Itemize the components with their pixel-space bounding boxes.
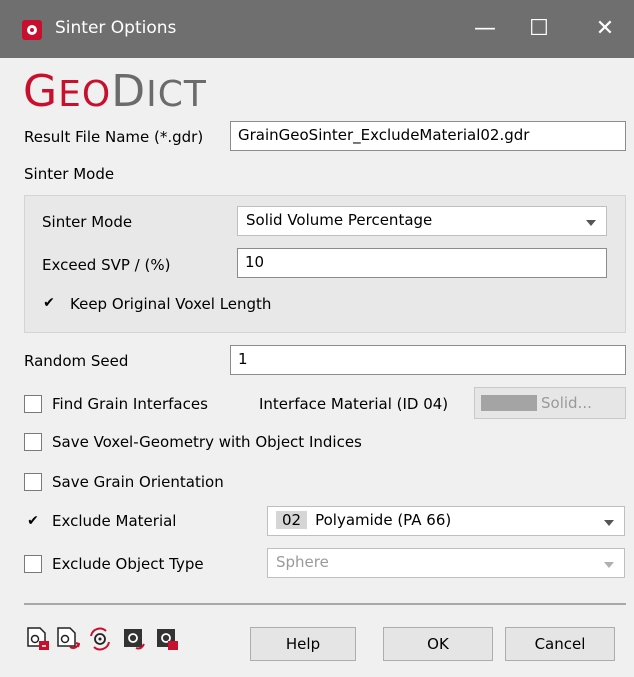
random-seed-label: Random Seed xyxy=(24,352,129,370)
sinter-mode-group-title: Sinter Mode xyxy=(24,165,115,183)
close-button[interactable]: ✕ xyxy=(590,14,620,44)
exclude-material-checkbox[interactable]: ✔ xyxy=(24,512,42,530)
exclude-object-select[interactable]: Sphere xyxy=(267,548,625,578)
separator xyxy=(24,603,626,605)
cancel-button[interactable]: Cancel xyxy=(505,627,615,661)
find-grain-checkbox[interactable] xyxy=(24,395,42,413)
export-settings-icon[interactable] xyxy=(155,626,179,652)
geodict-logo: GEODICT xyxy=(23,66,207,117)
save-orientation-checkbox[interactable] xyxy=(24,473,42,491)
exclude-material-select[interactable]: 02 Polyamide (PA 66) xyxy=(267,506,625,536)
minimize-button[interactable]: — xyxy=(470,14,500,44)
exclude-object-label: Exclude Object Type xyxy=(52,555,204,573)
interface-material-button-label: Solid... xyxy=(541,394,592,412)
exceed-svp-label: Exceed SVP / (%) xyxy=(42,256,171,274)
save-settings-icon[interactable] xyxy=(56,626,80,652)
exceed-svp-input[interactable]: 10 xyxy=(237,248,607,278)
keep-voxel-label: Keep Original Voxel Length xyxy=(70,295,272,313)
chevron-down-icon xyxy=(586,220,596,226)
save-voxel-checkbox[interactable] xyxy=(24,433,42,451)
help-button[interactable]: Help xyxy=(250,627,356,661)
maximize-button[interactable]: ☐ xyxy=(524,14,554,44)
result-file-label: Result File Name (*.gdr) xyxy=(24,128,204,146)
save-orientation-label: Save Grain Orientation xyxy=(52,473,224,491)
interface-material-button[interactable]: Solid... xyxy=(474,387,626,419)
find-grain-label: Find Grain Interfaces xyxy=(52,395,208,413)
ok-button[interactable]: OK xyxy=(383,627,493,661)
sinter-mode-value: Solid Volume Percentage xyxy=(246,211,433,229)
title-bar: Sinter Options — ☐ ✕ xyxy=(0,0,634,58)
sinter-mode-select[interactable]: Solid Volume Percentage xyxy=(237,206,607,236)
interface-material-label: Interface Material (ID 04) xyxy=(259,395,449,413)
import-settings-icon[interactable] xyxy=(122,626,146,652)
result-file-input[interactable]: GrainGeoSinter_ExcludeMaterial02.gdr xyxy=(230,121,626,151)
save-voxel-label: Save Voxel-Geometry with Object Indices xyxy=(52,433,362,451)
load-settings-icon[interactable] xyxy=(26,626,50,652)
keep-voxel-checkbox[interactable]: ✔ xyxy=(40,294,58,312)
material-color-swatch xyxy=(481,395,537,411)
exclude-object-value: Sphere xyxy=(276,553,329,571)
material-id-tag: 02 xyxy=(276,511,308,529)
exclude-material-label: Exclude Material xyxy=(52,512,177,530)
window-title: Sinter Options xyxy=(55,18,177,38)
random-seed-input[interactable]: 1 xyxy=(230,345,626,375)
reset-settings-icon[interactable] xyxy=(88,626,112,652)
exclude-object-checkbox[interactable] xyxy=(24,555,42,573)
chevron-down-icon xyxy=(604,520,614,526)
exclude-material-value: Polyamide (PA 66) xyxy=(315,511,452,529)
chevron-down-icon xyxy=(604,562,614,568)
geodict-app-icon xyxy=(22,20,42,40)
sinter-mode-label: Sinter Mode xyxy=(42,213,133,231)
